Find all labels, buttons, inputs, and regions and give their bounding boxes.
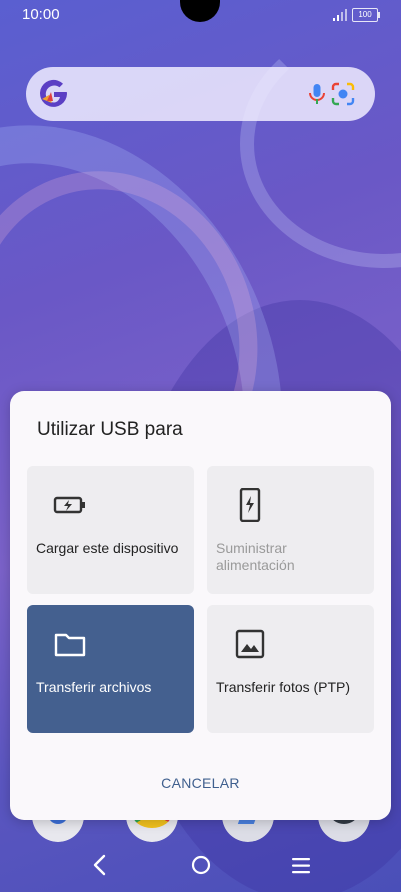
image-icon	[235, 629, 265, 659]
camera-notch	[180, 0, 220, 22]
battery-level: 100	[358, 10, 372, 19]
option-label: Cargar este dispositivo	[36, 540, 179, 556]
menu-lines-icon[interactable]	[289, 854, 313, 878]
dialog-title: Utilizar USB para	[37, 419, 183, 440]
battery-icon: 100	[352, 8, 380, 22]
back-chevron-icon[interactable]	[88, 852, 112, 878]
option-supply-power[interactable]: Suministrar alimentación	[207, 466, 374, 594]
google-g-icon	[40, 79, 67, 107]
option-charge-device[interactable]: Cargar este dispositivo	[27, 466, 194, 594]
option-label: Transferir fotos (PTP)	[216, 679, 351, 695]
battery-charging-icon	[53, 496, 85, 514]
status-time: 10:00	[22, 6, 60, 23]
search-widget[interactable]	[26, 67, 375, 121]
navigation-bar	[0, 838, 401, 892]
phone-charging-icon	[239, 488, 261, 522]
option-label: Suministrar alimentación	[216, 540, 295, 573]
status-bar: 10:00 100	[0, 0, 401, 30]
home-circle-icon[interactable]	[189, 853, 213, 877]
option-transfer-files[interactable]: Transferir archivos	[27, 605, 194, 733]
usb-mode-dialog: Utilizar USB para Cargar este dispositiv…	[10, 391, 391, 820]
camera-lens-icon[interactable]	[330, 81, 356, 107]
signal-icon	[333, 9, 347, 21]
option-transfer-photos[interactable]: Transferir fotos (PTP)	[207, 605, 374, 733]
option-label: Transferir archivos	[36, 679, 152, 695]
microphone-icon[interactable]	[305, 82, 329, 106]
cancel-button[interactable]: CANCELAR	[140, 765, 261, 801]
folder-icon	[54, 633, 86, 657]
